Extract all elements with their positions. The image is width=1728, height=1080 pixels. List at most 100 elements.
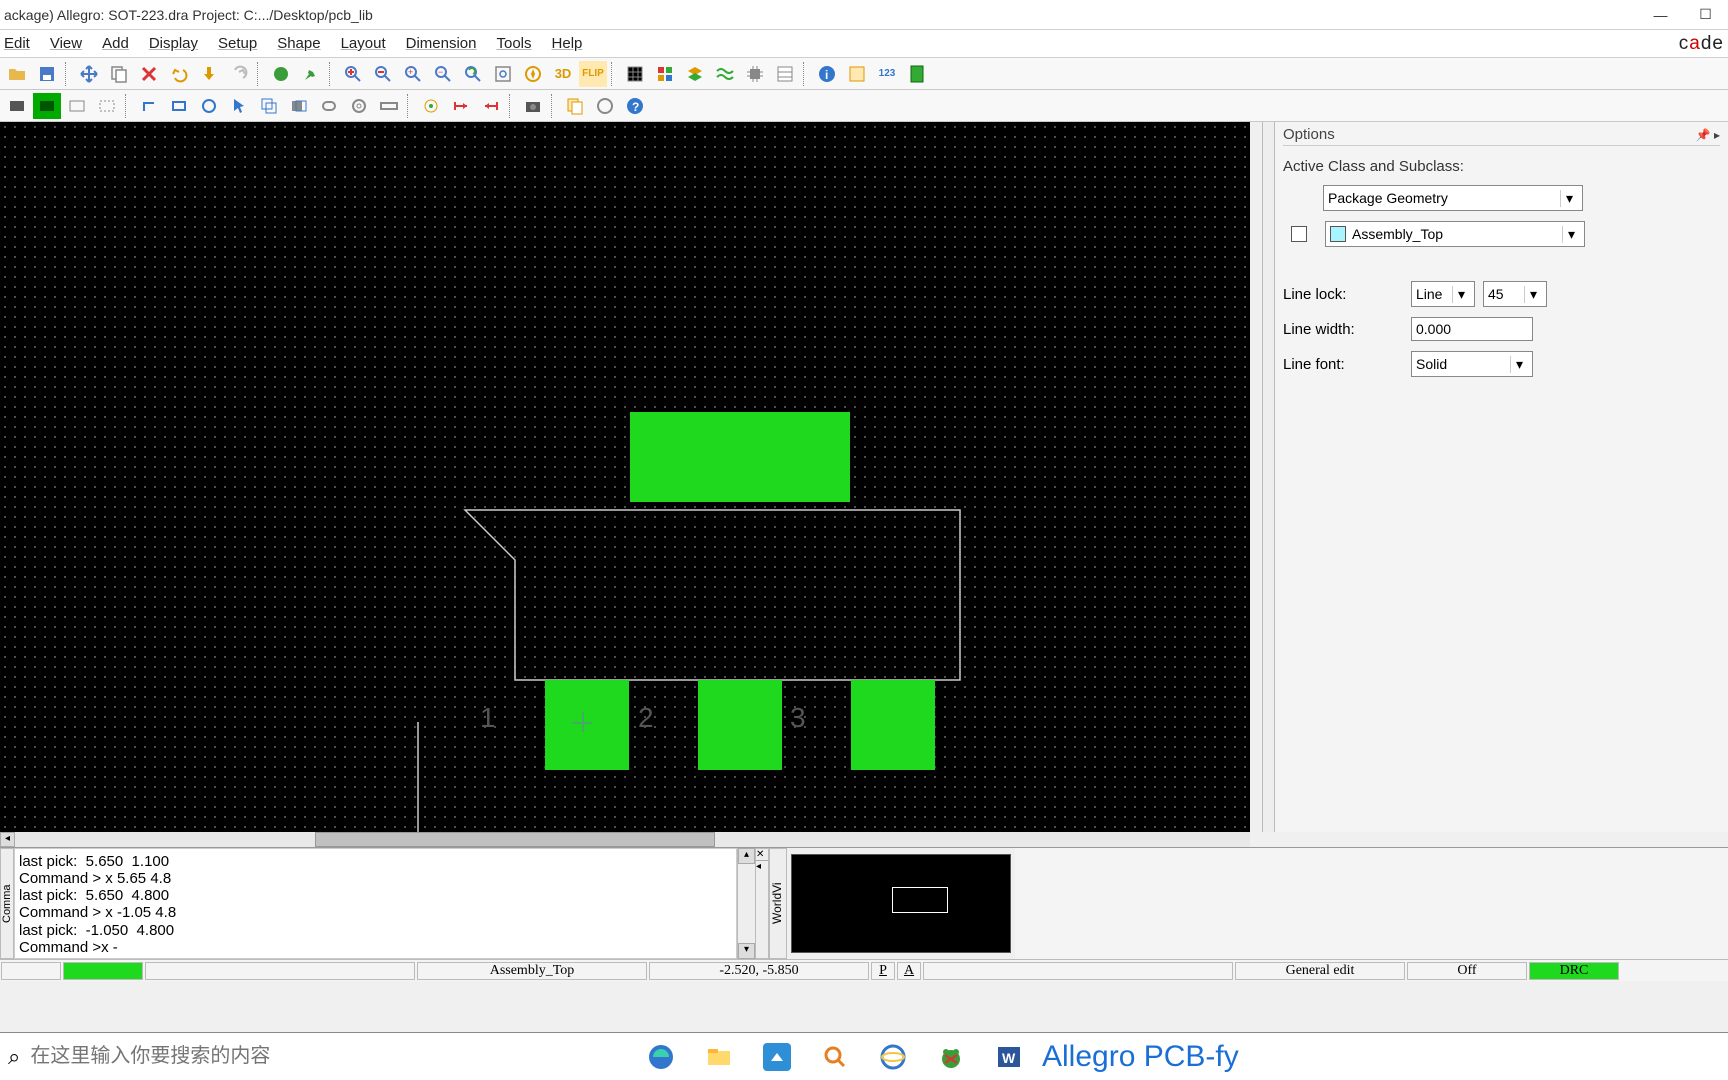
3d-icon[interactable]: 3D [549,61,577,87]
command-input[interactable] [101,939,732,956]
minimap-viewport[interactable] [892,887,948,913]
canvas-vscroll[interactable] [1262,122,1274,832]
rect-outline-icon[interactable] [63,93,91,119]
pad-3[interactable] [851,680,935,770]
minimize-button[interactable]: — [1638,0,1683,30]
overlay-icon[interactable] [285,93,313,119]
panel-pin-icon[interactable]: 📌 ▸ [1696,128,1720,142]
circle-icon[interactable] [195,93,223,119]
taskbar-edge-icon[interactable] [636,1037,686,1077]
taskbar-search[interactable]: ⌕ [8,1044,628,1070]
menu-layout[interactable]: Layout [341,35,386,52]
zoom-in-icon[interactable] [339,61,367,87]
dim-left-icon[interactable] [447,93,475,119]
target-icon[interactable] [417,93,445,119]
status-p-button[interactable]: P [871,962,895,980]
maximize-button[interactable]: ☐ [1683,0,1728,30]
compass-icon[interactable] [519,61,547,87]
line-font-select[interactable]: Solid▾ [1411,351,1533,377]
move-icon[interactable] [75,61,103,87]
status-a-button[interactable]: A [897,962,921,980]
menu-help[interactable]: Help [552,35,583,52]
group-icon[interactable] [255,93,283,119]
taskbar-word-icon[interactable]: W [984,1037,1034,1077]
question-icon[interactable]: ? [621,93,649,119]
taskbar-app-title[interactable]: Allegro PCB-fy [1042,1040,1239,1074]
menu-tools[interactable]: Tools [497,35,532,52]
layers-icon[interactable] [681,61,709,87]
pad-top[interactable] [630,412,850,502]
subclass-select[interactable]: Assembly_Top ▾ [1325,221,1585,247]
cmdlog-scroll[interactable]: ▴ ▾ [737,848,755,959]
menu-add[interactable]: Add [102,35,129,52]
canvas-hscroll[interactable]: ◂ [0,832,1250,847]
redo-icon[interactable] [225,61,253,87]
calc-icon[interactable] [903,61,931,87]
search-input[interactable] [30,1045,628,1068]
status-color-swatch[interactable] [63,962,143,980]
menu-display[interactable]: Display [149,35,198,52]
globe-icon[interactable] [267,61,295,87]
rect-outline2-icon[interactable] [93,93,121,119]
zoom-window-icon[interactable] [489,61,517,87]
wide-rect-icon[interactable] [375,93,403,119]
zoom-plus-icon[interactable]: + [399,61,427,87]
menu-shape[interactable]: Shape [277,35,320,52]
line-lock-type-select[interactable]: Line▾ [1411,281,1475,307]
save-icon[interactable] [33,61,61,87]
select-icon[interactable] [225,93,253,119]
rect-solid-icon[interactable] [3,93,31,119]
taskbar-explorer-icon[interactable] [694,1037,744,1077]
delete-icon[interactable] [135,61,163,87]
pad-1[interactable] [545,680,629,770]
help2-icon[interactable] [591,93,619,119]
minimap-controls[interactable]: ✕◂ [755,848,769,959]
color-grid-icon[interactable] [651,61,679,87]
taskbar-bird-icon[interactable] [752,1037,802,1077]
taskbar-frog-icon[interactable] [926,1037,976,1077]
zoom-minus-icon[interactable]: − [429,61,457,87]
canvas[interactable]: 1 2 3 [0,122,1250,832]
oval-icon[interactable] [315,93,343,119]
command-tab-label[interactable]: Comma [0,848,14,959]
catalog-icon[interactable] [843,61,871,87]
line-lock-angle-select[interactable]: 45▾ [1483,281,1547,307]
waves-icon[interactable] [711,61,739,87]
menu-dimension[interactable]: Dimension [406,35,477,52]
undo-icon[interactable] [165,61,193,87]
grid-icon[interactable] [621,61,649,87]
info-icon[interactable]: i [813,61,841,87]
line-width-input[interactable] [1411,317,1533,341]
flip-icon[interactable]: FLIP [579,61,607,87]
status-drc[interactable]: DRC [1529,962,1619,980]
menu-setup[interactable]: Setup [218,35,257,52]
rect2-icon[interactable] [165,93,193,119]
menu-edit[interactable]: Edit [4,35,30,52]
worldview-label[interactable]: WorldVi [769,848,787,959]
down-arrow-icon[interactable] [195,61,223,87]
corner-icon[interactable] [135,93,163,119]
scroll-down-icon[interactable]: ▾ [738,943,755,959]
chip-icon[interactable] [741,61,769,87]
command-log[interactable]: last pick: 5.650 1.100 Command > x 5.65 … [14,848,737,959]
visibility-toggle[interactable] [1291,226,1307,242]
table-icon[interactable] [771,61,799,87]
taskbar-search-app-icon[interactable] [810,1037,860,1077]
open-icon[interactable] [3,61,31,87]
dim-right-icon[interactable] [477,93,505,119]
class-select[interactable]: Package Geometry▾ [1323,185,1583,211]
scroll-up-icon[interactable]: ▴ [738,848,755,864]
pad-2[interactable] [698,680,782,770]
rect-fill-icon[interactable] [33,93,61,119]
pin-icon[interactable] [297,61,325,87]
minimap[interactable] [791,854,1011,953]
ruler-icon[interactable]: 123 [873,61,901,87]
menu-view[interactable]: View [50,35,82,52]
taskbar-ie-icon[interactable] [868,1037,918,1077]
copy-icon[interactable] [105,61,133,87]
zoom-refresh-icon[interactable] [459,61,487,87]
stack-icon[interactable] [561,93,589,119]
zoom-out-icon[interactable] [369,61,397,87]
camera-icon[interactable] [519,93,547,119]
donut-icon[interactable] [345,93,373,119]
